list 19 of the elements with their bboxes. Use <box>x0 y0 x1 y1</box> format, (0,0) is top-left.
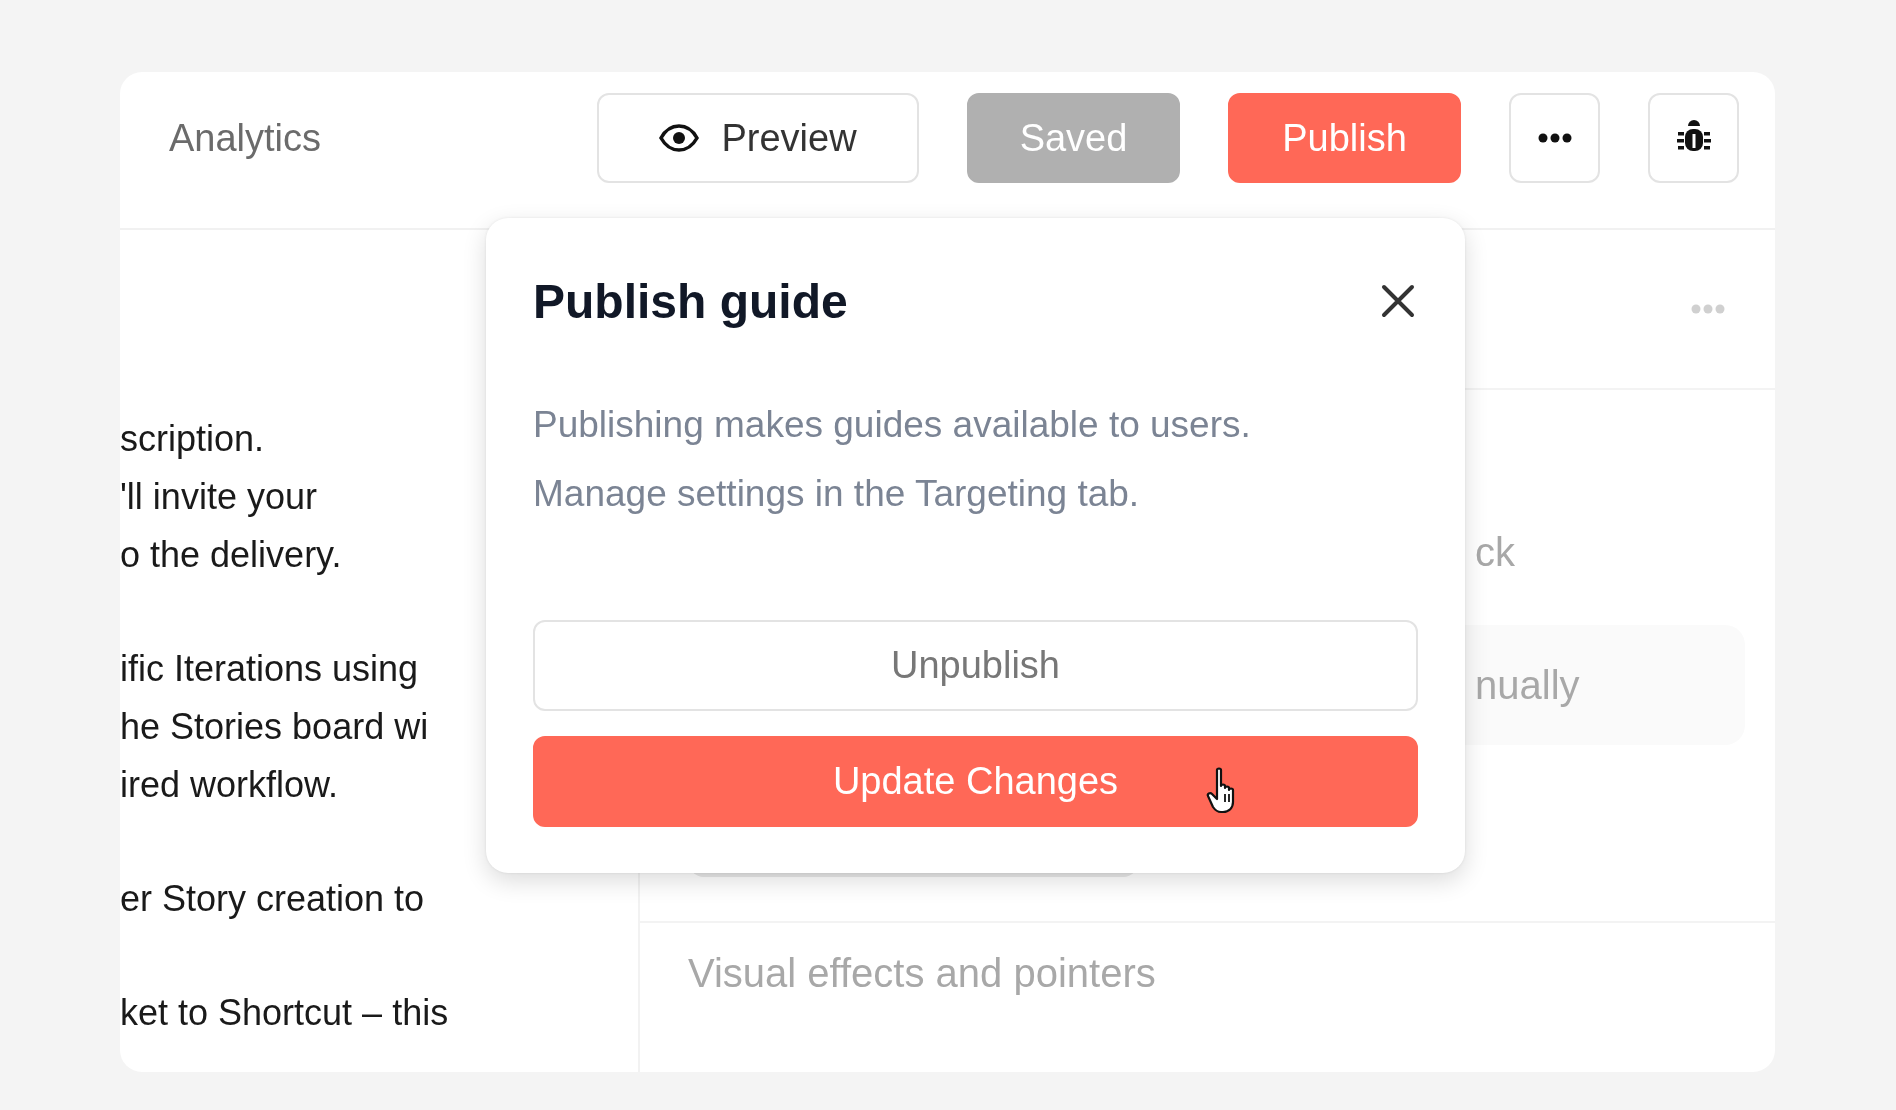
eye-icon <box>659 124 700 152</box>
page-title: Analytics <box>169 116 323 161</box>
publish-button[interactable]: Publish <box>1228 93 1461 183</box>
unpublish-button[interactable]: Unpublish <box>533 620 1418 711</box>
dialog-text: Manage settings in the Targeting tab. <box>533 472 1141 516</box>
dialog-text: Publishing makes guides available to users. <box>533 403 1252 447</box>
paragraph-text: ket to Shortcut – this <box>120 991 449 1035</box>
paragraph-text: scription. 'll invite your o the delivery. <box>120 417 342 577</box>
preview-button[interactable]: Preview <box>597 93 919 183</box>
more-button[interactable] <box>1509 93 1600 183</box>
section-heading: Visual effects and pointers <box>688 951 1157 996</box>
dialog-title: Publish guide <box>533 273 848 329</box>
paragraph-text: ific Iterations using he Stories board wi ired workflow. <box>120 647 429 807</box>
update-changes-button[interactable]: Update Changes <box>533 736 1418 827</box>
more-icon <box>1537 133 1572 143</box>
paragraph-text: er Story creation to <box>120 877 425 921</box>
option-text: nually <box>1475 662 1580 708</box>
debug-button[interactable] <box>1648 93 1739 183</box>
faded-text: ck <box>1475 530 1516 575</box>
